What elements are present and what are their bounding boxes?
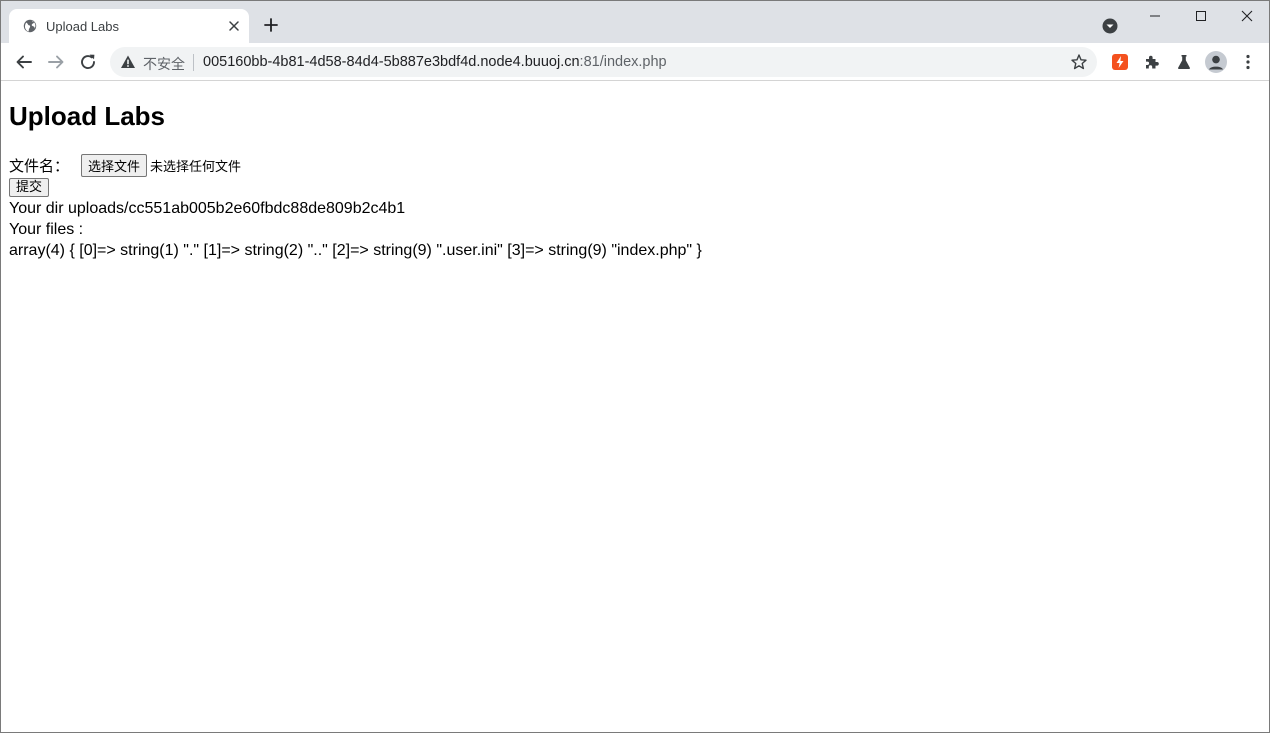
maximize-icon[interactable]: [1178, 1, 1224, 31]
puzzle-icon[interactable]: [1143, 53, 1161, 71]
page-title: Upload Labs: [9, 101, 166, 131]
upload-dir-text: Your dir uploads/cc551ab005b2e60fbdc88de…: [9, 200, 406, 217]
files-array-dump: array(4) { [0]=> string(1) "." [1]=> str…: [9, 242, 702, 259]
file-status: 未选择任何文件: [150, 159, 242, 174]
tab-title: Upload Labs: [46, 19, 119, 34]
address-bar[interactable]: 不安全 005160bb-4b81-4d58-84d4-5b887e3bdf4d…: [110, 47, 1097, 77]
choose-file-button[interactable]: 选择文件: [81, 154, 148, 177]
browser-toolbar: 不安全 005160bb-4b81-4d58-84d4-5b887e3bdf4d…: [1, 43, 1269, 81]
forward-arrow-icon[interactable]: [45, 51, 67, 73]
url-host: 005160bb-4b81-4d58-84d4-5b887e3bdf4d.nod…: [203, 54, 580, 70]
star-icon[interactable]: [1070, 53, 1088, 71]
close-window-icon[interactable]: [1224, 1, 1269, 31]
close-icon[interactable]: [225, 17, 243, 35]
browser-window: Upload Labs 不安全 005160bb-4b81-4d58-84d4-…: [0, 0, 1270, 733]
submit-row: 提交: [9, 176, 50, 197]
divider: [193, 54, 194, 71]
minimize-icon[interactable]: [1132, 1, 1178, 31]
tab-upload-labs[interactable]: Upload Labs: [9, 9, 249, 43]
flask-icon[interactable]: [1175, 53, 1193, 71]
files-heading: Your files :: [9, 221, 84, 238]
url-path: :81/index.php: [579, 54, 667, 70]
back-arrow-icon[interactable]: [13, 51, 35, 73]
security-label[interactable]: 不安全: [143, 54, 185, 74]
url-text[interactable]: 005160bb-4b81-4d58-84d4-5b887e3bdf4d.nod…: [203, 54, 667, 70]
avatar-icon[interactable]: [1205, 51, 1227, 73]
submit-button[interactable]: 提交: [9, 178, 50, 197]
kebab-menu-icon[interactable]: [1239, 53, 1257, 71]
tab-strip: Upload Labs: [1, 1, 1269, 43]
warning-icon[interactable]: [120, 54, 136, 70]
tab-search-icon[interactable]: [1101, 17, 1119, 35]
page-content: Upload Labs 文件名： 选择文件 未选择任何文件 提交 Your dir …: [1, 81, 1269, 732]
globe-icon: [23, 19, 37, 33]
upload-form-row: 文件名： 选择文件 未选择任何文件: [9, 154, 242, 177]
lightning-extension-icon[interactable]: [1111, 53, 1129, 71]
file-label: 文件名：: [9, 158, 70, 175]
plus-icon[interactable]: [261, 15, 281, 35]
reload-icon[interactable]: [77, 51, 99, 73]
